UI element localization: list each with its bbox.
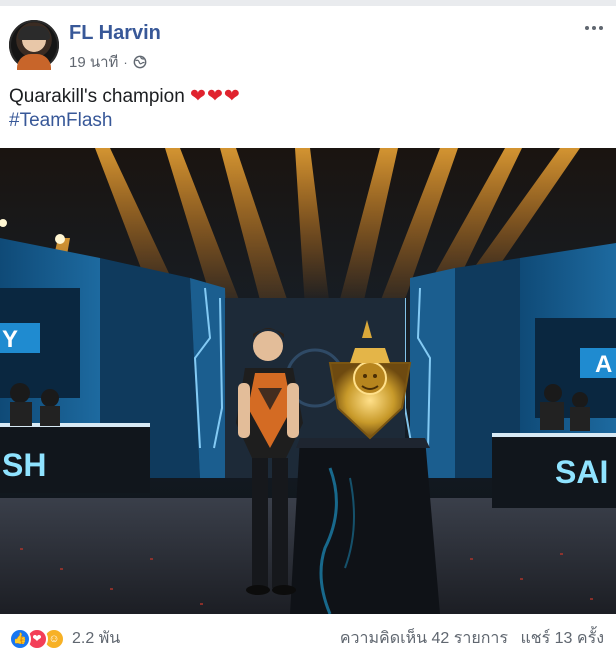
right-screen-text: A <box>595 351 612 378</box>
more-options-icon[interactable] <box>585 26 603 30</box>
engagement-stats: ความคิดเห็น 42 รายการ แชร์ 13 ครั้ง <box>340 626 604 651</box>
post-time[interactable]: 19 นาที <box>69 50 118 74</box>
like-icon: 👍 <box>9 627 31 650</box>
post-footer: 👍 ❤ ☺ 2.2 พัน ความคิดเห็น 42 รายการ แชร์… <box>0 614 616 663</box>
heart-emoji: ❤❤❤ <box>190 86 241 107</box>
post-message: Quarakill's champion <box>9 86 185 107</box>
hashtag-link[interactable]: #TeamFlash <box>9 110 113 132</box>
reaction-summary[interactable]: 👍 ❤ ☺ 2.2 พัน <box>9 626 120 651</box>
post-header: FL Harvin 19 นาที · <box>9 20 607 72</box>
meta-separator: · <box>123 54 128 70</box>
post-text: Quarakill's champion ❤❤❤ <box>9 84 241 110</box>
right-desk-text: SAI <box>555 454 608 490</box>
avatar[interactable] <box>9 20 59 70</box>
avatar-shirt <box>17 54 51 70</box>
feed-divider <box>0 0 616 6</box>
avatar-cap <box>18 26 50 40</box>
reaction-count[interactable]: 2.2 พัน <box>72 626 120 651</box>
left-screen-text: Y <box>2 326 18 353</box>
photo-scene: Y A SH SAI <box>0 148 616 614</box>
left-desk-text: SH <box>2 447 46 483</box>
author-name[interactable]: FL Harvin <box>69 22 161 45</box>
shares-count[interactable]: แชร์ 13 ครั้ง <box>520 630 604 647</box>
post-photo[interactable]: Y A SH SAI <box>0 148 616 614</box>
comments-count[interactable]: ความคิดเห็น 42 รายการ <box>340 630 508 647</box>
post-meta: 19 นาที · <box>69 50 147 74</box>
post-card: FL Harvin 19 นาที · Quarakill's champion… <box>0 0 616 663</box>
globe-icon[interactable] <box>133 55 147 69</box>
